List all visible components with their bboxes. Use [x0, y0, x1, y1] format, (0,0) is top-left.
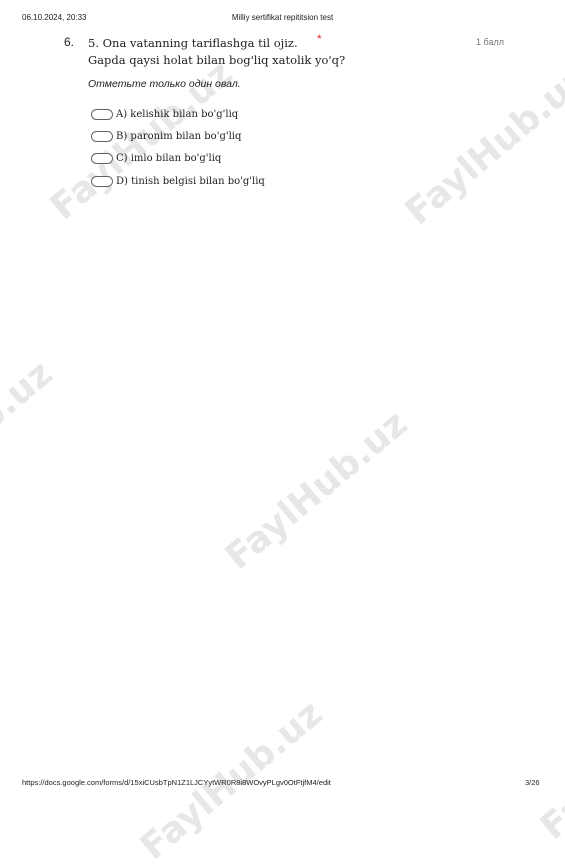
radio-oval-icon[interactable]	[91, 108, 113, 120]
option-a[interactable]: A) kelishik bilan bo'g'liq	[91, 107, 238, 121]
page-number: 3/26	[525, 778, 540, 787]
option-label: A) kelishik bilan bo'g'liq	[116, 108, 239, 120]
option-d[interactable]: D) tinish belgisi bilan bo'g'liq	[91, 174, 265, 188]
watermark: FaylHub.uz	[217, 403, 416, 578]
question-points: 1 балл	[476, 37, 504, 47]
watermark: FaylHub.uz	[0, 353, 61, 528]
radio-oval-icon[interactable]	[91, 152, 113, 164]
radio-oval-icon[interactable]	[91, 175, 113, 187]
watermark: FaylHub.uz	[532, 673, 565, 848]
option-c[interactable]: C) imlo bilan bo'g'liq	[91, 151, 221, 165]
question-number: 6.	[64, 35, 75, 49]
option-label: B) paronim bilan bo'g'liq	[116, 130, 242, 142]
question-text-line-2: Gapda qaysi holat bilan bog'liq xatolik …	[88, 53, 346, 67]
question-text: 5. Ona vatanning tariflashga til ojiz. G…	[88, 35, 388, 69]
option-b[interactable]: B) paronim bilan bo'g'liq	[91, 129, 241, 143]
question-text-line-1: 5. Ona vatanning tariflashga til ojiz.	[88, 36, 298, 50]
watermark: FaylHub.uz	[397, 58, 565, 233]
radio-oval-icon[interactable]	[91, 130, 113, 142]
document-title: Milliy sertifikat repititsion test	[231, 13, 334, 22]
footer-url: https://docs.google.com/forms/d/15xiCUsb…	[22, 778, 331, 787]
option-label: C) imlo bilan bo'g'liq	[116, 152, 222, 164]
question-hint: Отметьте только один овал.	[88, 78, 241, 90]
option-label: D) tinish belgisi bilan bo'g'liq	[116, 175, 265, 187]
required-marker: *	[317, 32, 322, 46]
